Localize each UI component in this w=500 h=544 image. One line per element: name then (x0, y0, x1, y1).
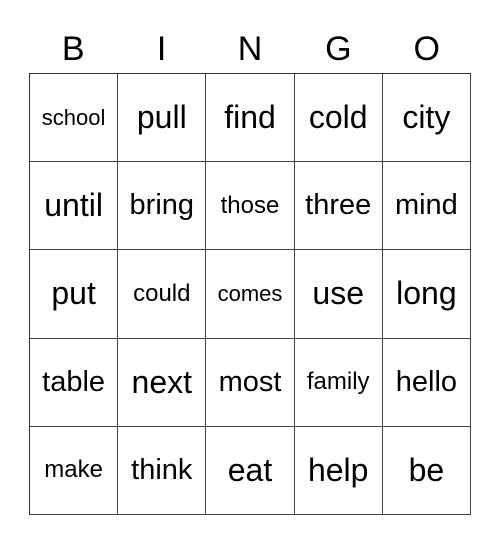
bingo-header: B I N G O (29, 28, 471, 70)
header-letter-o: O (413, 30, 440, 68)
bingo-cell[interactable]: long (382, 250, 471, 339)
bingo-cell[interactable]: hello (382, 338, 471, 427)
bingo-cell[interactable]: put (30, 250, 119, 339)
bingo-cell[interactable]: think (118, 426, 207, 515)
header-letter-n: N (237, 30, 263, 68)
bingo-cell[interactable]: use (294, 250, 383, 339)
bingo-cell[interactable]: pull (118, 74, 207, 163)
bingo-cell[interactable]: next (118, 338, 207, 427)
bingo-cell[interactable]: cold (294, 74, 383, 163)
bingo-cell[interactable]: help (294, 426, 383, 515)
bingo-cell[interactable]: mind (382, 162, 471, 251)
bingo-cell[interactable]: find (206, 74, 295, 163)
bingo-cell[interactable]: three (294, 162, 383, 251)
bingo-cell[interactable]: bring (118, 162, 207, 251)
bingo-cell[interactable]: make (30, 426, 119, 515)
header-letter-i: I (156, 30, 167, 68)
bingo-cell[interactable]: table (30, 338, 119, 427)
bingo-grid: school pull find cold city until bring t… (29, 73, 471, 515)
header-letter-b: B (61, 30, 85, 68)
bingo-cell[interactable]: school (30, 74, 119, 163)
bingo-cell[interactable]: city (382, 74, 471, 163)
bingo-cell[interactable]: those (206, 162, 295, 251)
bingo-cell[interactable]: could (118, 250, 207, 339)
bingo-cell[interactable]: family (294, 338, 383, 427)
bingo-cell[interactable]: comes (206, 250, 295, 339)
bingo-cell[interactable]: until (30, 162, 119, 251)
header-letter-g: G (325, 30, 352, 68)
bingo-cell[interactable]: eat (206, 426, 295, 515)
bingo-cell[interactable]: most (206, 338, 295, 427)
bingo-cell[interactable]: be (382, 426, 471, 515)
